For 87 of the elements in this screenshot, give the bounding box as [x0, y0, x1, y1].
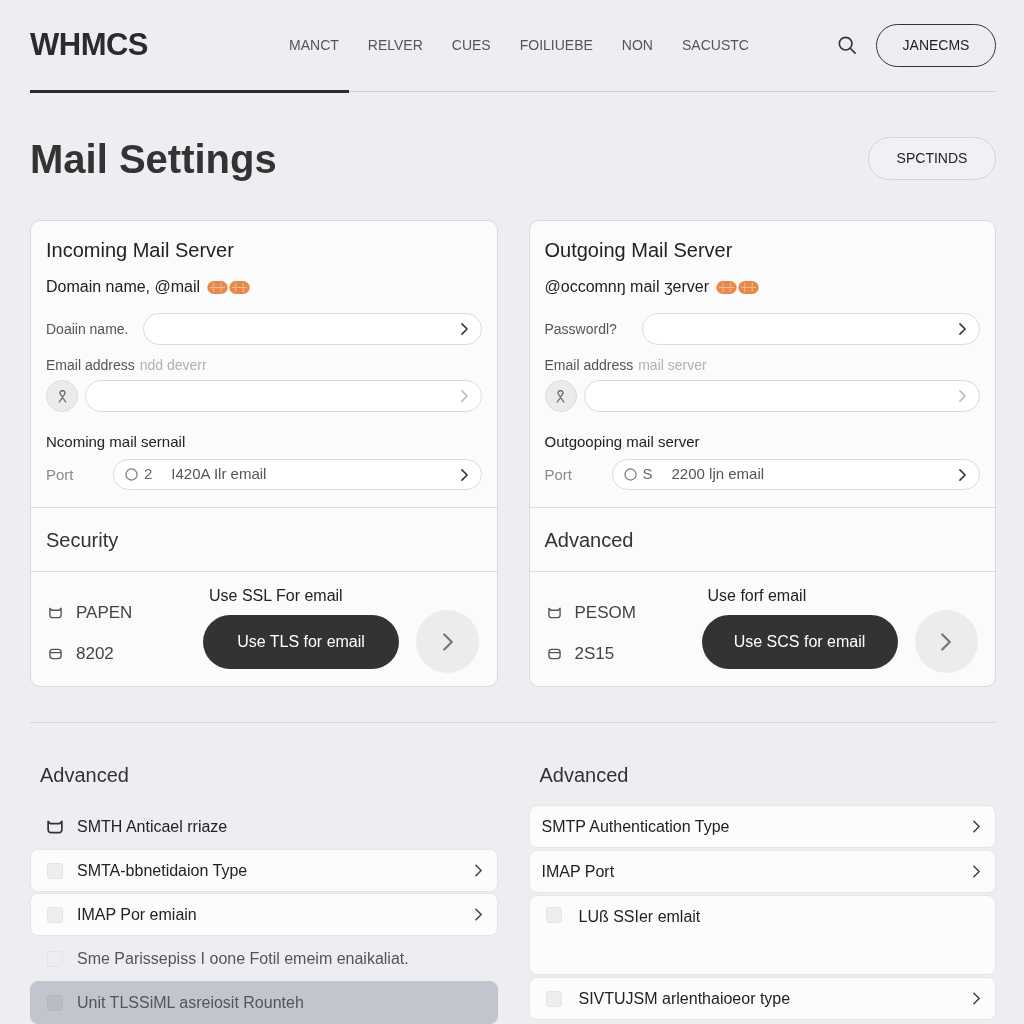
chevron-icon	[460, 323, 468, 335]
port-number: 2	[144, 464, 153, 485]
list-row[interactable]: SMTA-bbnetidaion Type	[30, 849, 498, 892]
cup-icon	[547, 607, 561, 619]
field-label: Email address	[46, 355, 135, 375]
pill-icon	[207, 280, 229, 294]
logo[interactable]: WHMCS	[30, 21, 149, 69]
chevron-icon	[959, 390, 966, 402]
port-field[interactable]: S 2200 ljn email	[611, 459, 980, 490]
radio-icon[interactable]	[623, 468, 637, 481]
group-label: Outgooping mail server	[544, 431, 700, 452]
nav-link[interactable]: SACUSTC	[682, 34, 749, 56]
item-label: IMAP Por emiain	[77, 904, 197, 925]
option-label: Use forf email	[707, 586, 807, 606]
item-label: IMAP Port	[541, 861, 615, 882]
radio-icon[interactable]	[125, 468, 138, 481]
ribbon-button[interactable]	[544, 380, 577, 412]
card-title: Incoming Mail Server	[46, 238, 234, 263]
item-label: Sme Parissepiss I oone Fotil emeim enaikaliat.	[77, 948, 409, 969]
setting-value: PAPEN	[76, 602, 133, 625]
chevron-icon	[442, 632, 453, 651]
nav-link[interactable]: NON	[621, 34, 653, 56]
cup-icon	[49, 607, 62, 619]
pill-icon	[229, 280, 251, 294]
field-label: Port	[46, 465, 74, 483]
item-label: LUß SSIer emlait	[578, 907, 701, 927]
nav-link[interactable]: MANCT	[289, 34, 339, 56]
list-item[interactable]: SMTH Anticael rriaze	[30, 805, 498, 848]
primary-button[interactable]: Use SCS for email	[701, 615, 898, 669]
page-title: Mail Settings	[30, 138, 277, 179]
section-title: Security	[46, 527, 119, 553]
list-row[interactable]: IMAP Por emiain	[30, 893, 498, 936]
sections-button[interactable]: SPCTINDS	[868, 137, 996, 180]
search-icon[interactable]	[838, 36, 856, 54]
ribbon-button[interactable]	[46, 380, 78, 412]
list-row[interactable]: LUß SSIer emlait	[528, 895, 996, 975]
card-subtitle: Domain name, @mail	[46, 277, 201, 297]
field-hint: ndd deverr	[139, 355, 207, 375]
jar-icon	[547, 648, 561, 660]
select-field[interactable]	[143, 313, 482, 345]
pill-icon	[716, 280, 738, 294]
select-field[interactable]	[85, 380, 482, 412]
card-title: Outgoing Mail Server	[544, 238, 733, 263]
setting-value: 2S15	[574, 643, 615, 666]
item-label: SMTA-bbnetidaion Type	[77, 860, 248, 881]
setting-value: PESOM	[574, 602, 636, 625]
field-label: Doaiin name.	[46, 321, 129, 337]
item-label: SMTP Authentication Type	[541, 816, 730, 837]
item-label: SMTH Anticael rriaze	[77, 816, 228, 837]
ribbon-icon	[56, 389, 68, 403]
select-field[interactable]	[641, 313, 980, 345]
field-label: Port	[544, 465, 572, 483]
list-row[interactable]: IMAP Port	[528, 850, 996, 893]
item-label: Unit TLSSiML asreiosit Rounteh	[77, 992, 304, 1013]
panel-title: Advanced	[40, 763, 129, 788]
chevron-icon	[959, 323, 966, 335]
list-item[interactable]: Sme Parissepiss I oone Fotil emeim enaikaliat.	[30, 937, 498, 980]
list-row[interactable]: SIVTUJSM arlenthaioeor type	[528, 977, 996, 1020]
cup-icon	[47, 819, 63, 834]
port-field[interactable]: 2 I420A Ilr email	[113, 459, 482, 490]
field-hint: mail server	[638, 355, 707, 375]
chevron-icon	[959, 468, 966, 481]
chevron-icon	[460, 468, 468, 481]
select-field[interactable]	[583, 380, 980, 412]
nav-link[interactable]: CUES	[451, 34, 491, 56]
ribbon-icon	[555, 389, 566, 403]
card-subtitle: @occomnŋ mail ʒerver	[544, 277, 710, 297]
chevron-icon	[460, 390, 468, 402]
option-label: Use SSL For email	[209, 586, 343, 606]
port-number: S	[642, 464, 653, 485]
port-value: 2200 ljn email	[671, 464, 765, 485]
panel-title: Advanced	[539, 763, 629, 788]
port-value: I420A Ilr email	[171, 464, 267, 485]
chevron-icon	[941, 632, 951, 651]
nav-link[interactable]: RELVER	[367, 34, 423, 56]
primary-button[interactable]: Use TLS for email	[203, 615, 399, 669]
item-label: SIVTUJSM arlenthaioeor type	[578, 988, 791, 1009]
list-row[interactable]: SMTP Authentication Type	[528, 805, 996, 848]
field-label: Passwordl?	[544, 321, 617, 337]
section-title: Advanced	[544, 527, 634, 553]
jar-icon	[49, 648, 62, 660]
field-label: Email address	[544, 355, 634, 375]
nav-link[interactable]: FOILIUEBE	[519, 34, 593, 56]
pill-icon	[738, 280, 760, 294]
list-row[interactable]: Unit TLSSiML asreiosit Rounteh	[30, 981, 498, 1024]
group-label: Ncoming mail sernail	[46, 431, 186, 452]
setting-value: 8202	[76, 643, 114, 666]
